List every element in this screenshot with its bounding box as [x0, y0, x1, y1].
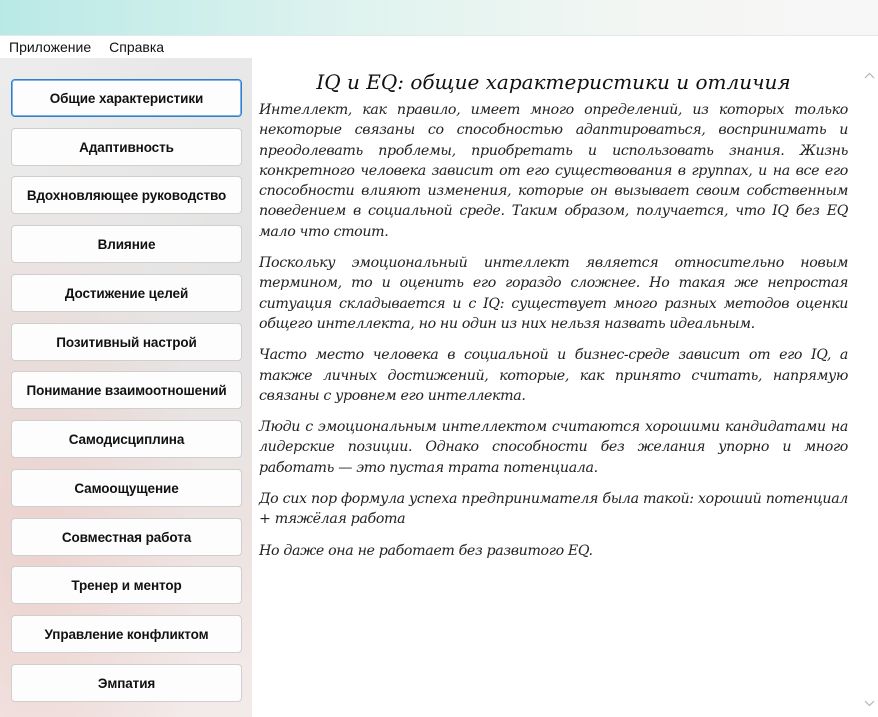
- nav-goal-achievement[interactable]: Достижение целей: [11, 274, 242, 312]
- window-titlebar[interactable]: [0, 0, 878, 36]
- article-paragraph: Часто место человека в социальной и бизн…: [259, 347, 848, 404]
- content-pane: IQ и EQ: общие характеристики и отличия …: [252, 58, 878, 717]
- nav-positive-attitude[interactable]: Позитивный настрой: [11, 323, 242, 361]
- nav-understanding-relations[interactable]: Понимание взаимоотношений: [11, 371, 242, 409]
- nav-empathy[interactable]: Эмпатия: [11, 664, 242, 702]
- nav-adaptability[interactable]: Адаптивность: [11, 128, 242, 166]
- article-paragraph: До сих пор формула успеха предпринимател…: [259, 491, 848, 528]
- nav-coach-mentor[interactable]: Тренер и ментор: [11, 566, 242, 604]
- nav-self-awareness[interactable]: Самоощущение: [11, 469, 242, 507]
- menu-app[interactable]: Приложение: [0, 36, 100, 58]
- menu-bar: Приложение Справка: [0, 36, 878, 58]
- nav-teamwork[interactable]: Совместная работа: [11, 518, 242, 556]
- nav-conflict-management[interactable]: Управление конфликтом: [11, 615, 242, 653]
- nav-inspiring-leadership[interactable]: Вдохновляющее руководство: [11, 176, 242, 214]
- article-paragraph: Но даже она не работает без развитого EQ…: [259, 542, 593, 559]
- nav-influence[interactable]: Влияние: [11, 225, 242, 263]
- nav-general-characteristics[interactable]: Общие характеристики: [11, 79, 242, 117]
- menu-help[interactable]: Справка: [100, 36, 173, 58]
- article-title: IQ и EQ: общие характеристики и отличия: [316, 70, 791, 94]
- article-paragraph: Интеллект, как правило, имеет много опре…: [259, 102, 848, 240]
- chevron-down-icon[interactable]: [864, 698, 875, 709]
- article: IQ и EQ: общие характеристики и отличия …: [259, 68, 848, 572]
- article-paragraph: Поскольку эмоциональный интеллект являет…: [259, 255, 848, 332]
- nav-self-discipline[interactable]: Самодисциплина: [11, 420, 242, 458]
- article-paragraph: Люди с эмоциональным интеллектом считают…: [259, 419, 848, 476]
- vertical-scrollbar[interactable]: [860, 58, 878, 717]
- sidebar: Общие характеристики Адаптивность Вдохно…: [0, 58, 252, 717]
- chevron-up-icon[interactable]: [864, 70, 875, 81]
